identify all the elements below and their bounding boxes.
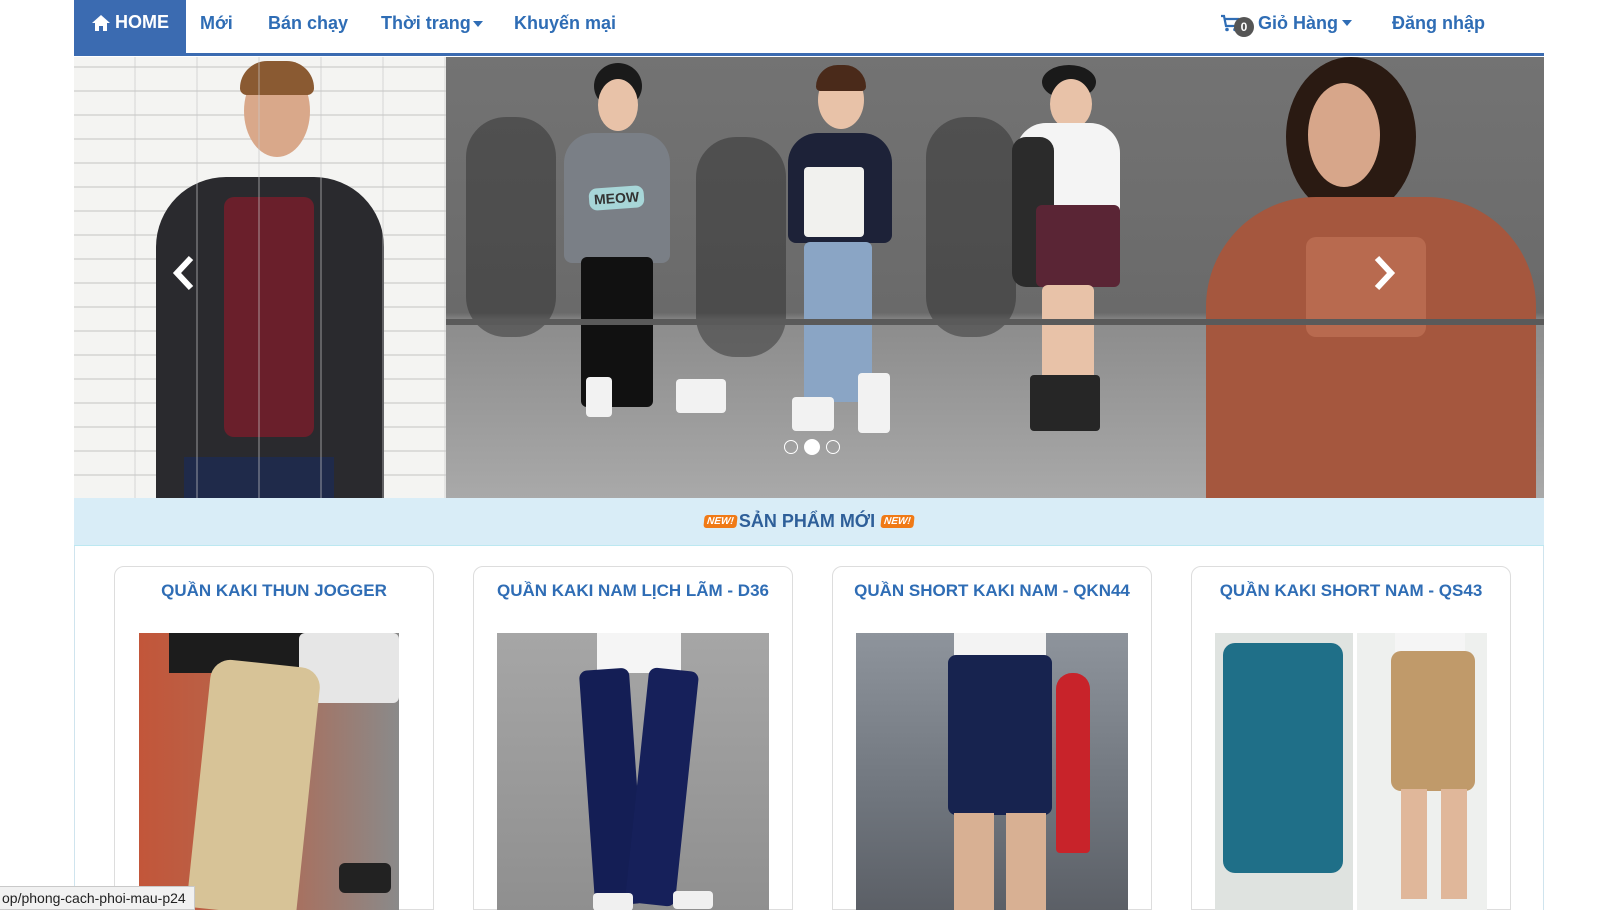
product-card[interactable]: QUẦN KAKI SHORT NAM - QS43 <box>1191 566 1511 910</box>
nav-thoi-trang-label: Thời trang <box>381 13 471 33</box>
section-title: SẢN PHẨM MỚI <box>738 511 876 531</box>
caret-down-icon <box>1342 20 1352 26</box>
carousel-floor <box>446 319 1544 325</box>
product-image[interactable] <box>856 633 1128 910</box>
product-title[interactable]: QUẦN KAKI NAM LỊCH LÃM - D36 <box>474 581 792 601</box>
cart-count-badge: 0 <box>1234 17 1254 37</box>
nav-khuyen-mai[interactable]: Khuyến mại <box>514 0 616 53</box>
home-icon <box>92 14 110 31</box>
product-image[interactable] <box>1215 633 1487 910</box>
chevron-left-icon <box>172 255 194 291</box>
carousel-next-button[interactable] <box>1364 252 1404 302</box>
new-badge-left: NEW! <box>703 515 738 528</box>
nav-moi[interactable]: Mới <box>200 0 233 53</box>
cart-label: Giỏ Hàng <box>1258 12 1338 33</box>
nav-thoi-trang-dropdown[interactable]: Thời trang <box>381 0 483 53</box>
browser-status-url: op/phong-cach-phoi-mau-p24 <box>0 886 195 910</box>
nav-home[interactable]: HOME <box>74 0 186 53</box>
cart-dropdown[interactable]: 0 Giỏ Hàng <box>1220 0 1352 53</box>
top-navbar: HOME Mới Bán chạy Thời trang Khuyến mại … <box>74 0 1544 56</box>
meow-shirt-text: MEOW <box>588 185 646 211</box>
carousel-indicator-3[interactable] <box>826 440 840 454</box>
nav-ban-chay[interactable]: Bán chạy <box>268 0 348 53</box>
login-label: Đăng nhập <box>1392 13 1485 33</box>
product-card[interactable]: QUẦN SHORT KAKI NAM - QKN44 <box>832 566 1152 910</box>
chevron-right-icon <box>1374 255 1396 291</box>
carousel-indicator-2[interactable] <box>804 439 820 455</box>
carousel-indicator-1[interactable] <box>784 440 798 454</box>
product-title[interactable]: QUẦN KAKI THUN JOGGER <box>115 581 433 601</box>
product-image[interactable] <box>139 633 399 910</box>
page: HOME Mới Bán chạy Thời trang Khuyến mại … <box>0 0 1608 910</box>
product-title[interactable]: QUẦN SHORT KAKI NAM - QKN44 <box>833 581 1151 601</box>
product-title[interactable]: QUẦN KAKI SHORT NAM - QS43 <box>1192 581 1510 601</box>
nav-ban-chay-label: Bán chạy <box>268 13 349 33</box>
nav-home-label: HOME <box>115 12 169 32</box>
hero-carousel[interactable]: MEOW <box>74 57 1544 498</box>
new-badge-right: NEW! <box>880 515 915 528</box>
nav-khuyen-mai-label: Khuyến mại <box>514 13 617 33</box>
caret-down-icon <box>472 21 483 28</box>
new-products-header: NEW! SẢN PHẨM MỚI NEW! <box>74 498 1544 546</box>
carousel-image-man <box>74 57 446 498</box>
product-card[interactable]: QUẦN KAKI NAM LỊCH LÃM - D36 <box>473 566 793 910</box>
carousel-prev-button[interactable] <box>164 252 204 302</box>
login-link[interactable]: Đăng nhập <box>1392 0 1485 53</box>
nav-moi-label: Mới <box>200 13 233 33</box>
product-card[interactable]: QUẦN KAKI THUN JOGGER <box>114 566 434 910</box>
product-image[interactable] <box>497 633 769 910</box>
carousel-indicators <box>784 439 840 455</box>
